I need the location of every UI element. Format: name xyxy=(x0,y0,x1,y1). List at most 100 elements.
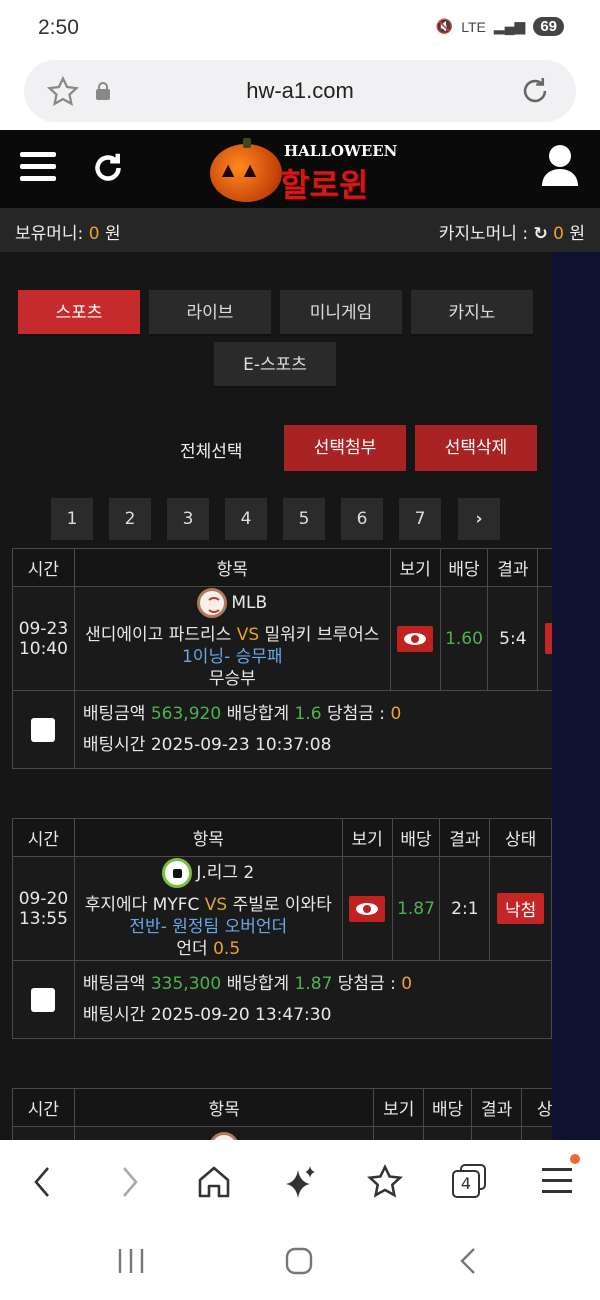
col-status: 상태 xyxy=(489,818,552,857)
page-7[interactable]: 7 xyxy=(399,498,441,540)
page-5[interactable]: 5 xyxy=(283,498,325,540)
page-4[interactable]: 4 xyxy=(225,498,267,540)
col-result: 결과 xyxy=(487,548,539,587)
attach-selected-button[interactable]: 선택첨부 xyxy=(284,425,406,471)
status-badge: 낙첨 xyxy=(496,893,545,924)
bettime-label: 배팅시간 xyxy=(82,734,146,755)
col-status: 상태 xyxy=(537,548,552,587)
battery-badge: 69 xyxy=(533,17,564,36)
reload-icon[interactable] xyxy=(518,74,552,108)
user-icon[interactable] xyxy=(540,144,580,188)
bet-item: MLB 샌디에이고 파드리스 VS 밀워키 브루어스 1이닝- 승무패 무승부 xyxy=(73,586,391,691)
bet-table-2: 시간 항목 보기 배당 결과 상태 09-20 13:55 J.리그 2 후지에… xyxy=(12,818,552,1039)
bet-checkbox[interactable] xyxy=(31,987,56,1012)
status-cell: 낙첨 xyxy=(489,856,552,961)
bet-summary-row: 배팅금액 335,300 배당합계 1.87 당첨금 : 0 배팅시간 2025… xyxy=(12,960,552,1039)
status-badge: 낙첨 xyxy=(544,623,552,654)
signal-icon: ▂▄▆ xyxy=(493,18,526,34)
away-team: 주빌로 이와타 xyxy=(232,894,332,915)
view-cell xyxy=(389,586,441,691)
system-nav-bar xyxy=(0,1224,600,1300)
refresh-icon[interactable] xyxy=(90,150,126,186)
matchup: 샌디에이고 파드리스 VS 밀워키 브루어스 xyxy=(75,624,390,646)
tab-sports[interactable]: 스포츠 xyxy=(18,290,140,336)
odds-value: 1.60 xyxy=(439,586,489,691)
bet-table-3: 시간 항목 보기 배당 결과 상태 xyxy=(12,1088,552,1140)
casino-label: 카지노머니 : xyxy=(438,224,529,244)
tabs-icon[interactable]: 4 xyxy=(452,1164,486,1198)
amount-value: 563,920 xyxy=(150,703,222,724)
bet-checkbox[interactable] xyxy=(31,717,56,742)
next-page-chevron-icon[interactable]: › xyxy=(458,498,500,540)
league-row: J.리그 2 xyxy=(162,857,254,888)
view-eye-icon[interactable] xyxy=(397,625,434,652)
view-eye-icon[interactable] xyxy=(349,895,386,922)
pick-value: 0.5 xyxy=(213,938,241,959)
page-6[interactable]: 6 xyxy=(341,498,383,540)
home-icon[interactable] xyxy=(196,1162,232,1202)
bet-item: J.리그 2 후지에다 MYFC VS 주빌로 이와타 전반- 원정팀 오버언더… xyxy=(73,856,343,961)
site-logo[interactable]: ▲ ▲ HALLOWEEN 할로윈 xyxy=(210,138,397,204)
money-bar: 보유머니: 0 원 카지노머니 : ↻ 0 원 xyxy=(0,208,600,252)
vs-label: VS xyxy=(236,624,260,645)
pick: 언더 0.5 xyxy=(75,938,342,960)
tab-esports[interactable]: E-스포츠 xyxy=(214,342,336,388)
bet-date: 09-20 xyxy=(18,888,69,909)
col-time: 시간 xyxy=(12,1088,75,1127)
status-icons: 🔇 LTE ▂▄▆ 69 xyxy=(436,17,564,36)
page-2[interactable]: 2 xyxy=(109,498,151,540)
logo-text-en: HALLOWEEN xyxy=(284,142,398,160)
system-back-icon[interactable] xyxy=(454,1246,484,1276)
bet-date: 09-23 xyxy=(18,618,69,639)
forward-icon[interactable] xyxy=(116,1162,144,1202)
table-row xyxy=(12,1126,552,1140)
col-view: 보기 xyxy=(341,818,393,857)
tab-live[interactable]: 라이브 xyxy=(149,290,271,336)
sparkle-icon[interactable] xyxy=(282,1162,318,1202)
amount-label: 배팅금액 xyxy=(82,703,146,724)
casino-value: 0 xyxy=(553,224,564,244)
matchup: 후지에다 MYFC VS 주빌로 이와타 xyxy=(75,894,342,916)
notification-dot xyxy=(570,1154,580,1164)
home-button-icon[interactable] xyxy=(284,1246,314,1276)
pick-label: 언더 xyxy=(176,938,208,959)
menu-icon[interactable] xyxy=(20,152,56,184)
page-1[interactable]: 1 xyxy=(51,498,93,540)
col-item: 항목 xyxy=(73,818,343,857)
win-value: 0 xyxy=(390,703,402,724)
bookmarks-star-icon[interactable] xyxy=(366,1162,404,1202)
table-row: 09-23 10:40 MLB 샌디에이고 파드리스 VS 밀워키 브루어스 1… xyxy=(12,586,552,691)
win-label: 당첨금 : xyxy=(337,973,396,994)
page-3[interactable]: 3 xyxy=(167,498,209,540)
menu-icon[interactable] xyxy=(542,1154,580,1193)
total-value: 1.87 xyxy=(294,973,333,994)
url-text[interactable]: hw-a1.com xyxy=(24,78,576,104)
col-item: 항목 xyxy=(73,1088,375,1127)
bet-summary-row: 배팅금액 563,920 배당합계 1.6 당첨금 : 0 배팅시간 2025-… xyxy=(12,690,552,769)
amount-line: 배팅금액 335,300 배당합계 1.87 당첨금 : 0 xyxy=(83,969,551,1000)
casino-refresh-icon[interactable]: ↻ xyxy=(533,224,547,244)
browser-bottom-bar: 4 xyxy=(0,1140,600,1224)
tab-minigame[interactable]: 미니게임 xyxy=(280,290,402,336)
checkbox-cell xyxy=(12,690,75,769)
checkbox-cell xyxy=(12,960,75,1039)
league-name: MLB xyxy=(231,592,268,613)
recent-apps-icon[interactable] xyxy=(116,1246,146,1276)
bet-datetime: 09-20 13:55 xyxy=(12,856,75,961)
tab-casino[interactable]: 카지노 xyxy=(411,290,533,336)
home-team: 샌디에이고 파드리스 xyxy=(85,624,232,645)
delete-selected-button[interactable]: 선택삭제 xyxy=(415,425,537,471)
col-odds: 배당 xyxy=(423,1088,473,1127)
holding-money: 보유머니: 0 원 xyxy=(15,219,121,244)
back-icon[interactable] xyxy=(28,1162,56,1202)
select-all-button[interactable]: 전체선택 xyxy=(180,437,243,462)
holding-value: 0 xyxy=(88,224,100,244)
col-odds: 배당 xyxy=(439,548,489,587)
bet-time: 10:40 xyxy=(18,638,68,659)
total-value: 1.6 xyxy=(294,703,322,724)
bettime-label: 배팅시간 xyxy=(82,1004,146,1025)
pick: 무승부 xyxy=(208,668,256,689)
view-cell xyxy=(341,856,393,961)
url-bar[interactable]: hw-a1.com xyxy=(24,60,576,122)
result-value: 2:1 xyxy=(439,856,491,961)
